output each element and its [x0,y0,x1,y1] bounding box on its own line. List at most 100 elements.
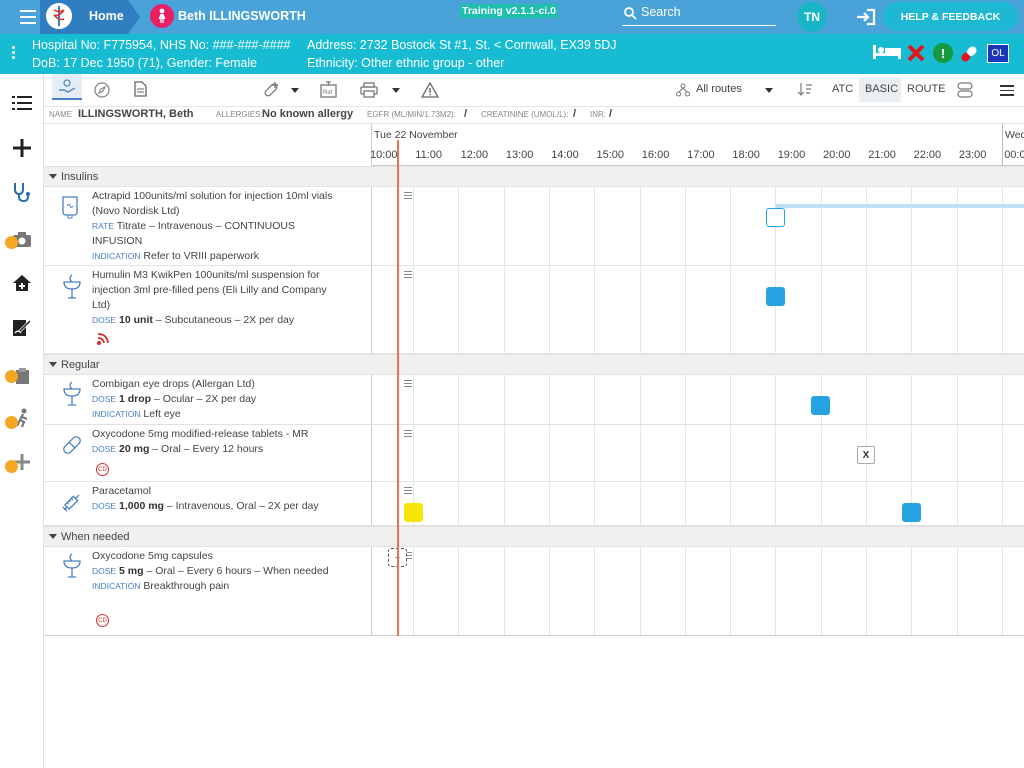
add-medication-icon[interactable] [262,81,280,98]
wifi-alert-icon [97,333,109,345]
scheduled-dose-marker[interactable] [811,396,830,415]
bed-icon[interactable] [872,44,902,60]
document-icon[interactable] [134,81,147,97]
atc-button[interactable]: ATC [832,83,853,95]
timeline-date: Tue 22 November [374,129,458,141]
add-medication-dropdown-icon[interactable] [291,88,299,93]
section-insulins[interactable]: Insulins [44,166,1024,187]
inr-value: / [609,108,613,120]
inr-label: INR: [590,110,606,119]
search-field[interactable]: Search [622,4,776,26]
pill-icon[interactable] [958,43,980,65]
user-initials: TN [804,10,820,24]
sort-icon[interactable] [797,82,813,97]
collapse-arrow-icon[interactable] [49,174,57,179]
ol-badge-label: OL [991,48,1005,59]
logout-icon[interactable] [856,8,876,26]
collapse-arrow-icon[interactable] [49,362,57,367]
female-patient-icon [150,4,174,28]
medication-row[interactable]: Actrapid 100units/ml solution for inject… [44,187,1024,266]
med-dose: DOSE 1,000 mg – Intravenous, Oral – 2X p… [92,499,337,514]
hour-label: 22:00 [913,149,942,161]
top-bar: Home Beth ILLINGSWORTH Training v2.1.1-c… [0,0,1024,34]
med-dose-text: – Intravenous, Oral – 2X per day [163,500,319,512]
row-menu-icon[interactable] [404,271,412,279]
help-feedback-button[interactable]: HELP & FEEDBACK [883,2,1018,31]
med-indication-label: INDICATION [92,409,141,419]
patient-name-header[interactable]: Beth ILLINGSWORTH [178,9,306,23]
ol-badge[interactable]: OL [987,44,1009,63]
hour-label: 14:00 [551,149,579,161]
svg-text:Ref: Ref [323,90,333,96]
due-dose-marker[interactable] [404,503,423,522]
basic-button[interactable]: BASIC [859,78,901,102]
med-dose-value: 1 drop [119,393,152,405]
medication-bowl-icon [63,553,81,578]
med-dose-label: DOSE [92,566,117,576]
medication-row[interactable]: Oxycodone 5mg modified-release tablets -… [44,425,1024,482]
routes-filter[interactable]: All routes [676,80,776,100]
controlled-drug-badge: CD [96,614,109,627]
med-indication: INDICATION Left eye [92,407,337,422]
row-menu-icon[interactable] [404,380,412,388]
row-menu-icon[interactable] [404,192,412,200]
infusion-bag-icon [62,196,78,219]
section-regular[interactable]: Regular [44,354,1024,375]
med-dose-label: DOSE [92,315,117,325]
med-indication-text: Left eye [143,408,181,420]
medication-row[interactable]: Combigan eye drops (Allergan Ltd) DOSE 1… [44,375,1024,425]
omitted-dose-marker[interactable]: X [857,446,875,464]
user-avatar[interactable]: TN [797,2,827,32]
list-view-icon[interactable] [8,89,36,117]
print-icon[interactable] [360,82,378,98]
medication-row[interactable]: Oxycodone 5mg capsules DOSE 5 mg – Oral … [44,547,1024,636]
hour-label: 19:00 [777,149,806,161]
collapse-arrow-icon[interactable] [49,534,57,539]
hour-label: 21:00 [868,149,896,161]
patient-ethnicity: Ethnicity: Other ethnic group - other [307,56,505,70]
infusion-start-marker[interactable] [766,208,785,227]
med-rate: RATE Titrate – Intravenous – CONTINUOUS … [92,219,337,249]
kebab-menu-icon[interactable] [12,46,16,59]
route-button[interactable]: ROUTE [907,83,946,95]
med-details: Paracetamol DOSE 1,000 mg – Intravenous,… [92,484,337,514]
scheduled-dose-marker[interactable] [902,503,921,522]
compass-icon[interactable] [94,82,110,98]
medication-row[interactable]: Humulin M3 KwikPen 100units/ml suspensio… [44,266,1024,354]
patient-banner: Hospital No: F775954, NHS No: ###-###-##… [0,34,1024,74]
med-dose-value: 20 mg [119,443,150,455]
hamburger-menu-icon[interactable] [20,10,36,24]
med-dose-text: – Oral – Every 6 hours – When needed [143,565,329,577]
routes-label: All routes [696,83,742,95]
app-logo-icon [44,1,74,31]
allergies-label: ALLERGIES: [216,110,263,119]
scheduled-dose-marker[interactable] [766,287,785,306]
search-icon [624,7,637,20]
hour-label: 15:00 [596,149,625,161]
more-menu-icon[interactable] [1000,85,1014,96]
med-dose-text: – Subcutaneous – 2X per day [152,314,295,326]
row-menu-icon[interactable] [404,487,412,495]
hour-label: 11:00 [415,149,443,161]
ref-icon[interactable]: Ref [320,81,337,98]
section-regular-label: Regular [61,359,100,371]
section-when-needed[interactable]: When needed [44,526,1024,547]
med-rate-text: Titrate – Intravenous – CONTINUOUS INFUS… [92,220,295,247]
group-view-icon[interactable] [957,82,973,98]
add-icon[interactable] [8,134,36,162]
syringe-icon [62,494,80,512]
hour-label: 12:00 [460,149,489,161]
training-badge: Training v2.1.1-ci.0 [460,4,558,18]
search-label[interactable]: Search [641,5,681,19]
medication-row[interactable]: Paracetamol DOSE 1,000 mg – Intravenous,… [44,482,1024,526]
print-dropdown-icon[interactable] [392,88,400,93]
cross-alert-icon[interactable] [907,44,925,62]
alert-triangle-icon[interactable] [421,82,439,98]
administer-tab[interactable] [52,74,82,100]
warning-icon[interactable]: ! [933,43,953,63]
hour-label: 00:0 [1004,149,1024,161]
med-details: Actrapid 100units/ml solution for inject… [92,189,337,264]
basic-label: BASIC [865,83,899,95]
home-label[interactable]: Home [89,9,124,23]
row-menu-icon[interactable] [404,430,412,438]
